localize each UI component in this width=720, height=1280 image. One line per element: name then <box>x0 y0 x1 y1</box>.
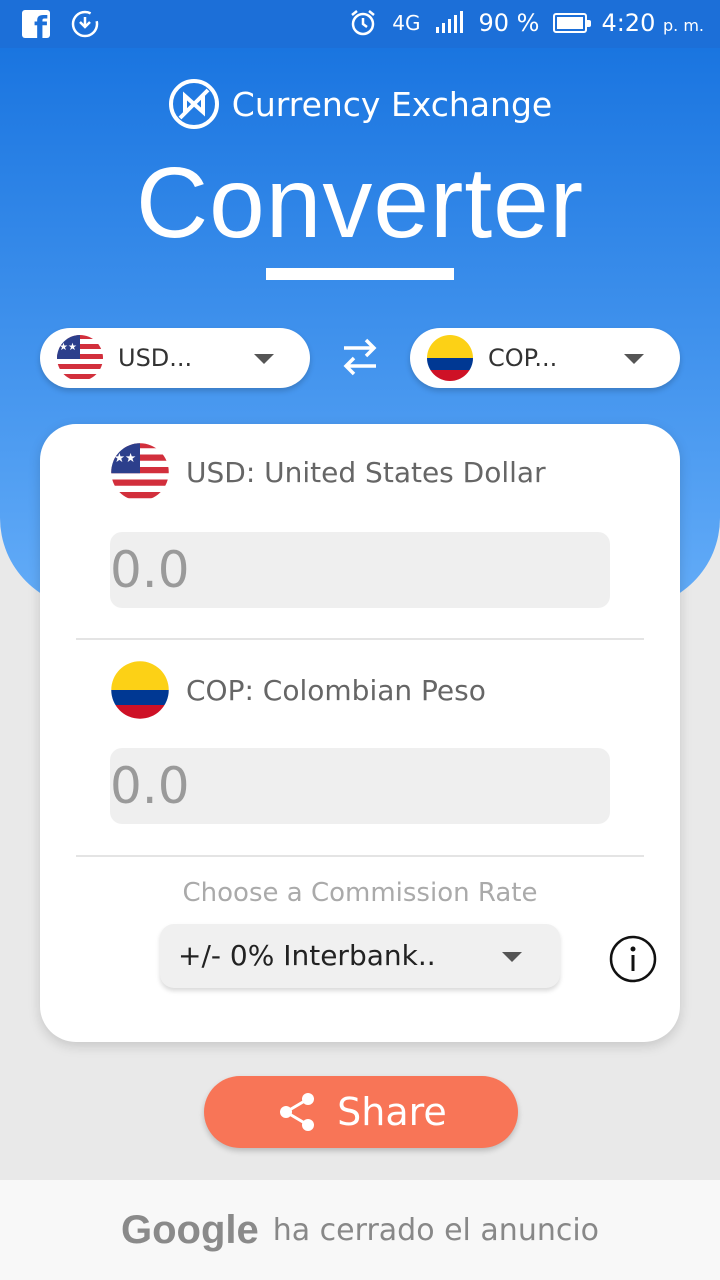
info-icon[interactable] <box>608 934 658 984</box>
share-icon <box>280 1093 315 1131</box>
to-currency-name: COP: Colombian Peso <box>186 673 486 707</box>
ad-banner: Google ha cerrado el anuncio <box>0 1180 720 1280</box>
status-bar: f 4G 90 % 4:20 p. m. <box>0 0 720 48</box>
signal-icon <box>436 11 464 33</box>
battery-percent: 90 % <box>478 9 540 37</box>
colombia-flag-icon <box>111 661 169 719</box>
from-amount-input[interactable]: 0.0 <box>110 532 610 608</box>
clock-ampm: p. m. <box>663 16 704 35</box>
commission-rate-select[interactable]: +/- 0% Interbank.. <box>160 924 560 988</box>
chevron-down-icon <box>624 354 644 364</box>
us-flag-icon: ★★ <box>57 335 103 381</box>
to-currency-header: COP: Colombian Peso <box>110 660 486 720</box>
chevron-down-icon <box>502 952 522 962</box>
battery-icon <box>553 13 592 33</box>
commission-label: Choose a Commission Rate <box>182 878 538 908</box>
brand-name: Currency Exchange <box>231 84 553 124</box>
from-currency-name: USD: United States Dollar <box>186 455 546 489</box>
title-underline <box>266 268 454 280</box>
to-currency-select[interactable]: COP... <box>410 328 680 388</box>
share-label: Share <box>337 1090 447 1134</box>
from-currency-select[interactable]: ★★ USD... <box>40 328 310 388</box>
to-currency-code: COP... <box>488 344 558 372</box>
alarm-icon <box>351 10 376 36</box>
converter-card: ★★ USD: United States Dollar 0.0 COP: Co… <box>40 424 680 1042</box>
from-currency-header: ★★ USD: United States Dollar <box>110 442 546 502</box>
swap-icon[interactable] <box>338 334 382 380</box>
download-icon <box>71 10 99 38</box>
svg-text:★★: ★★ <box>114 450 136 465</box>
svg-text:★★: ★★ <box>59 342 77 353</box>
page-title: Converter <box>135 147 585 259</box>
network-type: 4G <box>392 11 421 35</box>
colombia-flag-icon <box>427 335 473 381</box>
commission-rate-value: +/- 0% Interbank.. <box>178 939 436 972</box>
facebook-icon: f <box>22 10 50 38</box>
clock-time: 4:20 <box>601 9 656 37</box>
divider <box>76 638 644 640</box>
ad-closed-text: ha cerrado el anuncio <box>272 1212 600 1248</box>
google-logo: Google <box>120 1207 259 1252</box>
app-logo-icon <box>168 79 219 129</box>
to-amount-input[interactable]: 0.0 <box>110 748 610 824</box>
clock: 4:20 p. m. <box>601 9 704 37</box>
chevron-down-icon <box>254 354 274 364</box>
divider <box>76 855 644 857</box>
from-currency-code: USD... <box>118 344 193 372</box>
us-flag-icon: ★★ <box>111 443 169 501</box>
brand: Currency Exchange <box>0 78 720 130</box>
share-button[interactable]: Share <box>204 1076 518 1148</box>
